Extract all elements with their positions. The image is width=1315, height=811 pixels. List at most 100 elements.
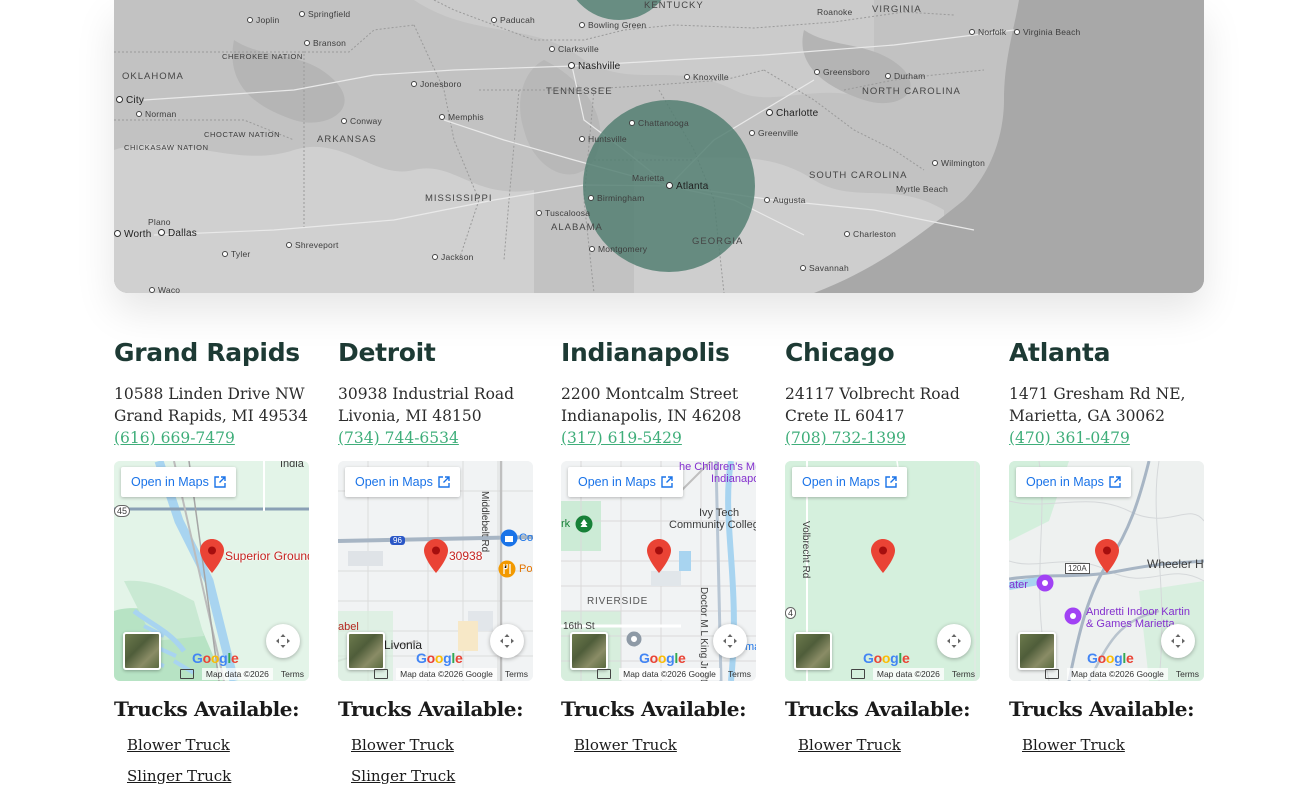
phone-link[interactable]: (616) 669-7479 — [114, 427, 310, 449]
google-logo: Google — [416, 650, 463, 666]
fullscreen-button[interactable] — [713, 624, 747, 658]
truck-list: Blower Truck — [1009, 735, 1205, 766]
map-label: ARKANSAS — [317, 134, 377, 145]
map-label: MISSISSIPPI — [425, 193, 493, 204]
fullscreen-button[interactable] — [1161, 624, 1195, 658]
map-label: Huntsville — [579, 134, 627, 144]
map-text: 45 — [114, 505, 131, 517]
open-in-maps-link[interactable]: Open in Maps — [345, 467, 460, 497]
map-data-text: Map data ©2026 — [872, 668, 944, 680]
phone-link[interactable]: (470) 361-0479 — [1009, 427, 1205, 449]
restaurant-icon — [498, 560, 516, 578]
map-label: Tyler — [222, 249, 250, 259]
truck-link[interactable]: Slinger Truck — [127, 767, 231, 785]
map-text: India — [280, 461, 304, 470]
location-map[interactable]: Open in Maps Volbrecht Rd 4 Google Map d… — [785, 461, 980, 681]
open-in-maps-link[interactable]: Open in Maps — [792, 467, 907, 497]
park-icon — [575, 515, 593, 533]
terms-link[interactable]: Terms — [728, 669, 751, 679]
keyboard-shortcuts-icon[interactable] — [850, 669, 865, 679]
terms-link[interactable]: Terms — [952, 669, 975, 679]
map-label: CHOCTAW NATION — [204, 130, 281, 139]
address-line-2: Livonia, MI 48150 — [338, 407, 482, 425]
truck-link[interactable]: Blower Truck — [1022, 736, 1125, 754]
address-line-2: Indianapolis, IN 46208 — [561, 407, 742, 425]
map-label: Shreveport — [286, 240, 339, 250]
open-in-maps-link[interactable]: Open in Maps — [568, 467, 683, 497]
location-title: Detroit — [338, 338, 436, 367]
external-link-icon — [885, 476, 897, 488]
location-detroit: Detroit 30938 Industrial Road Livonia, M… — [338, 335, 534, 797]
open-in-maps-link[interactable]: Open in Maps — [1016, 467, 1131, 497]
map-text: Wheeler High — [1147, 557, 1204, 571]
external-link-icon — [1109, 476, 1121, 488]
map-attribution: Map data ©2026 Terms — [785, 667, 980, 681]
open-in-maps-link[interactable]: Open in Maps — [121, 467, 236, 497]
terms-link[interactable]: Terms — [505, 669, 528, 679]
satellite-toggle-button[interactable] — [347, 632, 385, 670]
terms-link[interactable]: Terms — [1176, 669, 1199, 679]
map-label: Norfolk — [969, 27, 1006, 37]
map-label: ALABAMA — [551, 222, 603, 233]
list-item: Blower Truck — [127, 735, 310, 766]
google-logo: Google — [863, 650, 910, 666]
google-logo: Google — [639, 650, 686, 666]
location-address: 10588 Linden Drive NW Grand Rapids, MI 4… — [114, 383, 310, 427]
map-label: NORTH CAROLINA — [862, 86, 961, 97]
map-label: Norman — [136, 109, 176, 119]
map-data-text: Map data ©2026 Google — [619, 668, 720, 680]
keyboard-shortcuts-icon[interactable] — [179, 669, 194, 679]
map-label: Tuscaloosa — [536, 208, 590, 218]
truck-link[interactable]: Blower Truck — [127, 736, 230, 754]
phone-link[interactable]: (734) 744-6534 — [338, 427, 534, 449]
map-label: Joplin — [247, 15, 279, 25]
fullscreen-button[interactable] — [266, 624, 300, 658]
map-label: Knoxville — [684, 72, 729, 82]
map-text: 4 — [785, 607, 797, 619]
phone-link[interactable]: (708) 732-1399 — [785, 427, 981, 449]
fullscreen-button[interactable] — [490, 624, 524, 658]
map-attribution: Map data ©2026 Google Terms — [1009, 667, 1204, 681]
truck-link[interactable]: Blower Truck — [351, 736, 454, 754]
truck-link[interactable]: Slinger Truck — [351, 767, 455, 785]
location-title: Grand Rapids — [114, 338, 300, 367]
location-map[interactable]: Open in Maps Wheeler High ater Andretti … — [1009, 461, 1204, 681]
satellite-toggle-button[interactable] — [123, 632, 161, 670]
location-pin-icon — [200, 539, 224, 573]
phone-link[interactable]: (317) 619-5429 — [561, 427, 757, 449]
location-pin-icon — [1095, 539, 1119, 573]
keyboard-shortcuts-icon[interactable] — [597, 669, 612, 679]
keyboard-shortcuts-icon[interactable] — [1045, 669, 1060, 679]
list-item: Slinger Truck — [127, 766, 310, 797]
truck-link[interactable]: Blower Truck — [574, 736, 677, 754]
google-logo: Google — [1087, 650, 1134, 666]
keyboard-shortcuts-icon[interactable] — [374, 669, 389, 679]
map-label: Jonesboro — [411, 79, 462, 89]
map-data-text: Map data ©2026 Google — [396, 668, 497, 680]
satellite-toggle-button[interactable] — [570, 632, 608, 670]
map-attribution: Map data ©2026 Terms — [114, 667, 309, 681]
terms-link[interactable]: Terms — [281, 669, 304, 679]
satellite-toggle-button[interactable] — [794, 632, 832, 670]
map-label: KENTUCKY — [644, 0, 704, 11]
attraction-icon — [1064, 607, 1082, 625]
satellite-toggle-button[interactable] — [1018, 632, 1056, 670]
map-label: Atlanta — [666, 181, 709, 192]
address-line-2: Grand Rapids, MI 49534 — [114, 407, 308, 425]
list-item: Blower Truck — [1022, 735, 1205, 766]
truck-link[interactable]: Blower Truck — [798, 736, 901, 754]
address-line-1: 1471 Gresham Rd NE, — [1009, 385, 1186, 403]
service-area-map[interactable]: KENTUCKY VIRGINIA Roanoke Norfolk Virgin… — [114, 0, 1204, 293]
map-label: OKLAHOMA — [122, 71, 184, 82]
location-map[interactable]: Open in Maps Middlebelt Rd Co Po abel Li… — [338, 461, 533, 681]
location-map[interactable]: Open in Maps he Children's Museum Indian… — [561, 461, 756, 681]
trucks-heading: Trucks Available: — [1009, 697, 1195, 721]
expand-arrows-icon — [947, 634, 961, 648]
location-map[interactable]: Open in Maps India 45 Superior Ground Go… — [114, 461, 309, 681]
map-label: Myrtle Beach — [896, 184, 949, 194]
address-line-1: 30938 Industrial Road — [338, 385, 515, 403]
fullscreen-button[interactable] — [937, 624, 971, 658]
place-marker-icon — [626, 631, 642, 647]
map-label: City — [116, 95, 144, 106]
map-label: SOUTH CAROLINA — [809, 170, 908, 181]
